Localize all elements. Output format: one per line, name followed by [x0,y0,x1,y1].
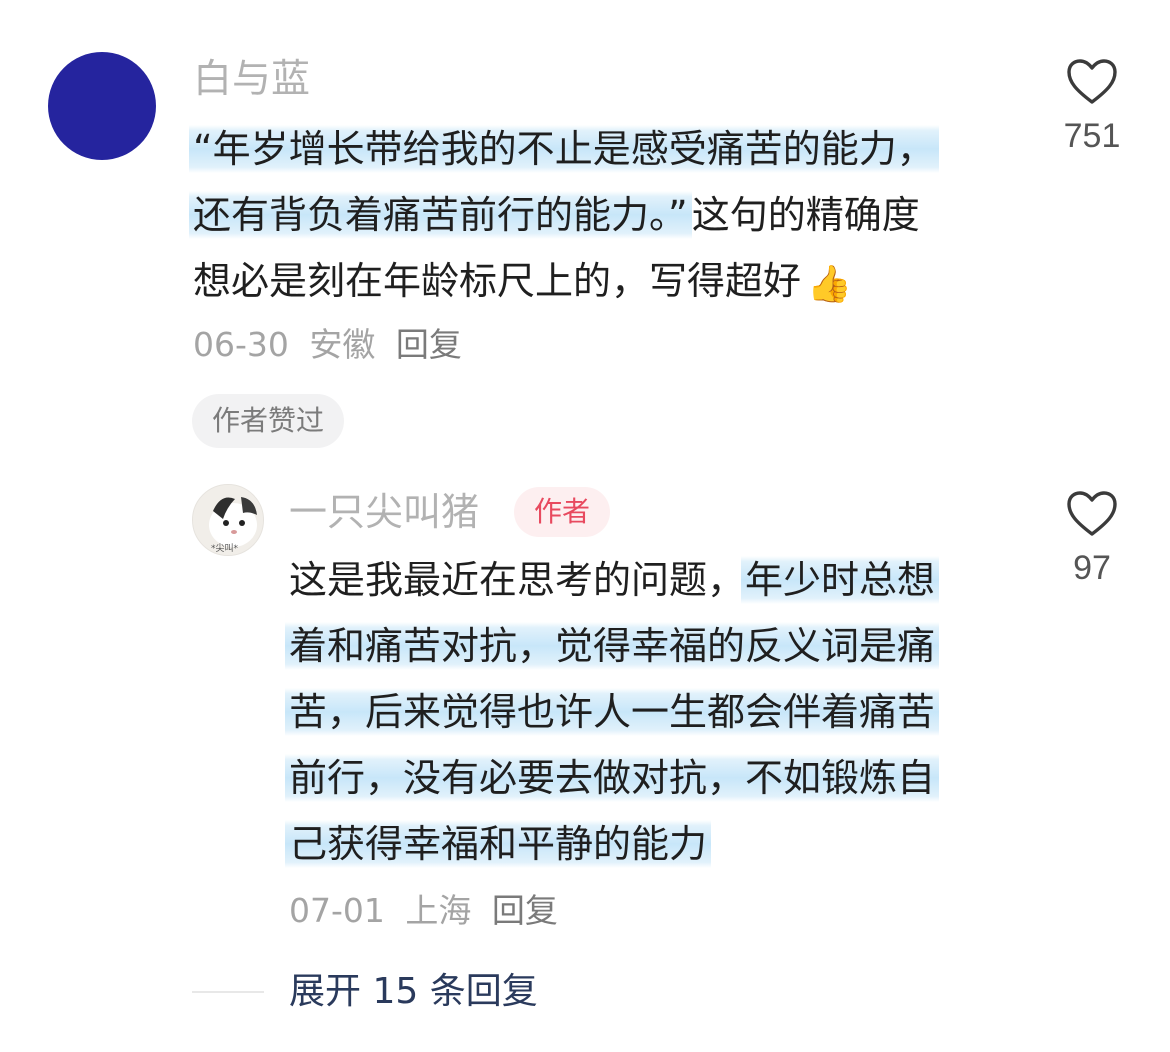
comment-text-segment: 想必是刻在年龄标尺上的，写得超好 [193,259,802,303]
highlighted-text: 前行，没有必要去做对抗，不如锻炼自 [285,754,940,802]
reply-button[interactable]: 回复 [396,325,462,364]
comment-meta: 06-30 安徽 回复 [193,322,472,368]
reply-location: 上海 [405,891,472,930]
author-liked-badge: 作者赞过 [192,394,345,448]
heart-icon[interactable] [1066,490,1118,538]
comment-username[interactable]: 白与蓝 [193,56,310,104]
highlighted-text: 还有背负着痛苦前行的能力。” [189,191,692,239]
highlighted-text: 年少时总想 [741,556,940,604]
highlighted-text: 着和痛苦对抗，觉得幸福的反义词是痛 [285,622,940,670]
cat-avatar-image: *尖叫* [193,485,263,555]
thumbs-up-icon: 👍 [807,264,852,305]
expand-replies-button[interactable]: 展开 15 条回复 [289,968,538,1016]
highlighted-text: 己获得幸福和平静的能力 [285,820,712,868]
highlighted-text: 苦，后来觉得也许人一生都会伴着痛苦 [285,688,940,736]
reply-meta: 07-01 上海 回复 [289,888,568,934]
reply-button[interactable]: 回复 [492,891,558,930]
like-count: 751 [1063,117,1121,155]
reply-username[interactable]: 一只尖叫猪 [289,488,479,536]
reply-like-button[interactable]: 97 [1052,490,1132,588]
comment-text[interactable]: “年岁增长带给我的不止是感受痛苦的能力， 还有背负着痛苦前行的能力。” 这句的精确… [189,116,1013,314]
highlighted-text: “年岁增长带给我的不止是感受痛苦的能力， [189,125,939,173]
comment-text-segment: 这句的精确度 [691,193,920,237]
reply-text-segment: 这是我最近在思考的问题， [289,558,746,602]
comment-date: 06-30 [193,325,289,364]
svg-text:*尖叫*: *尖叫* [211,542,239,554]
author-badge: 作者 [514,487,610,537]
reply-avatar[interactable]: *尖叫* [192,484,264,556]
reply-text[interactable]: 这是我最近在思考的问题，年少时总想 着和痛苦对抗，觉得幸福的反义词是痛 苦，后来… [285,547,1009,877]
reply-date: 07-01 [289,891,385,930]
divider [192,991,264,993]
like-button[interactable]: 751 [1052,58,1132,156]
heart-icon[interactable] [1066,58,1118,106]
like-count: 97 [1073,549,1111,587]
avatar[interactable] [48,52,156,160]
comment-location: 安徽 [309,325,376,364]
